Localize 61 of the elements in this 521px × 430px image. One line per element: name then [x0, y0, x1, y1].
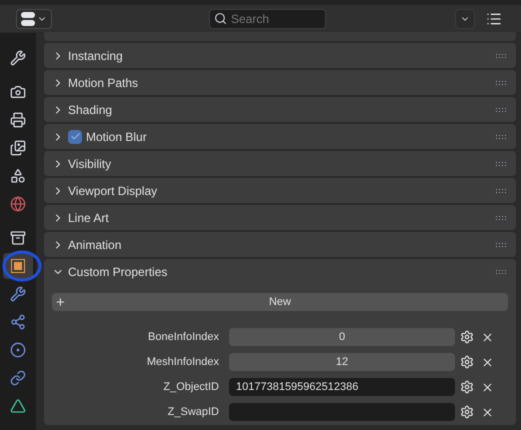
settings-button[interactable] [459, 329, 475, 345]
images-icon [10, 140, 26, 156]
toggle-icon [21, 12, 35, 26]
search-bar[interactable]: Search [209, 8, 326, 28]
close-icon [480, 380, 494, 394]
number-field[interactable]: 0 [229, 328, 455, 346]
gear-icon [460, 405, 474, 419]
settings-button[interactable] [459, 404, 475, 420]
property-label: Z_ObjectID [162, 380, 220, 395]
close-icon [480, 406, 494, 418]
panel-title: Line Art [68, 210, 109, 226]
number-field[interactable]: 12 [229, 353, 455, 371]
tool-icon [10, 50, 26, 66]
property-label: Z_SwapID [166, 404, 220, 420]
panel-title: Instancing [68, 48, 123, 64]
shapes-icon [10, 168, 26, 184]
panel-title: Animation [68, 236, 122, 254]
link-icon [10, 370, 26, 386]
settings-button[interactable] [459, 354, 475, 370]
panel-header[interactable]: Visibility [44, 151, 516, 176]
triangle-icon [10, 398, 26, 414]
panel-title: Custom Properties [68, 264, 168, 280]
list-icon [486, 10, 502, 26]
close-icon [480, 356, 494, 368]
wrench-icon [10, 286, 26, 302]
panel-header[interactable]: Viewport Display [44, 178, 516, 203]
search-input[interactable]: Search [231, 10, 311, 28]
panel-title: Motion Blur [86, 128, 147, 146]
nodes-icon [10, 314, 26, 330]
camera-icon [10, 84, 26, 100]
highlight-circle [1, 249, 43, 283]
printer-icon [10, 112, 26, 128]
check-icon [70, 131, 80, 142]
editor-type-button[interactable] [16, 8, 52, 28]
archive-icon [10, 230, 26, 246]
property-label: BoneInfoIndex [147, 330, 220, 345]
gear-icon [460, 330, 474, 344]
search-icon [214, 12, 227, 25]
close-icon [480, 330, 494, 344]
panel-header[interactable]: Custom Properties [44, 259, 516, 284]
panel-header[interactable]: Motion Paths [44, 70, 516, 95]
gear-icon [460, 380, 474, 394]
panel-title: Visibility [68, 156, 112, 172]
object-icon [11, 259, 25, 273]
panel-title: Motion Paths [68, 74, 138, 92]
orbit-icon [10, 342, 26, 358]
panel-header[interactable]: Motion Blur [44, 124, 516, 149]
panel-title: Viewport Display [68, 182, 158, 200]
panel-header[interactable]: Line Art [44, 205, 516, 230]
new-button[interactable]: + New [52, 293, 508, 311]
text-field[interactable]: 10177381595962512386 [229, 378, 455, 396]
text-field[interactable] [229, 403, 455, 421]
panel-header[interactable]: Animation [44, 232, 516, 257]
panel-header[interactable]: Instancing [44, 43, 516, 68]
checkbox[interactable] [68, 130, 82, 144]
globe-icon [10, 196, 26, 212]
property-label: MeshInfoIndex [146, 354, 220, 370]
panel-header[interactable]: Shading [44, 97, 516, 122]
settings-button[interactable] [459, 379, 475, 395]
panel-title: Shading [68, 102, 112, 118]
gear-icon [460, 355, 474, 369]
